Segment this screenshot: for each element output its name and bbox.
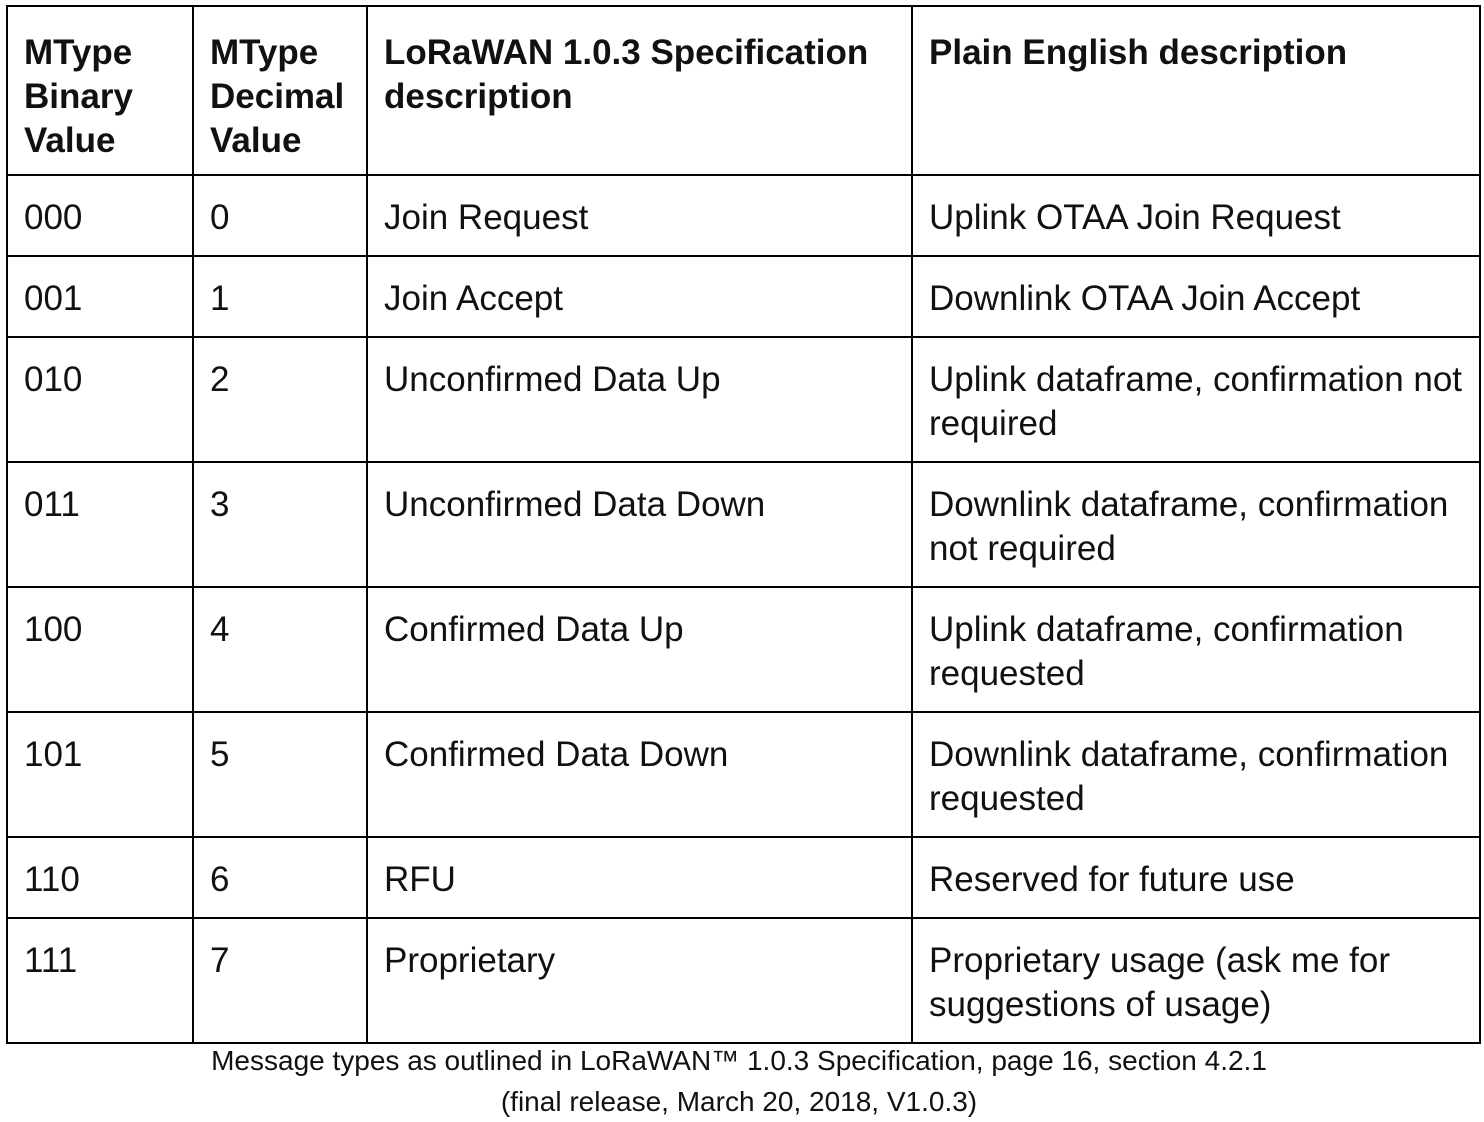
cell-spec-description: RFU [366,836,913,919]
header-plain-english-description: Plain English description [911,5,1481,176]
table-row: 000 0 Join Request Uplink OTAA Join Requ… [6,174,1481,257]
cell-binary-value: 000 [6,174,194,257]
table-row: 100 4 Confirmed Data Up Uplink dataframe… [6,586,1481,713]
cell-decimal-value: 2 [192,336,368,463]
cell-spec-description: Unconfirmed Data Up [366,336,913,463]
table-row: 001 1 Join Accept Downlink OTAA Join Acc… [6,255,1481,338]
cell-decimal-value: 7 [192,917,368,1044]
cell-spec-description: Join Accept [366,255,913,338]
cell-decimal-value: 1 [192,255,368,338]
caption-line-2: (final release, March 20, 2018, V1.0.3) [500,1086,978,1117]
cell-plain-english-description: Reserved for future use [911,836,1481,919]
cell-binary-value: 010 [6,336,194,463]
cell-plain-english-description: Uplink dataframe, confirmation requested [911,586,1481,713]
header-decimal-value: MType Decimal Value [192,5,368,176]
cell-decimal-value: 0 [192,174,368,257]
cell-spec-description: Confirmed Data Up [366,586,913,713]
cell-spec-description: Join Request [366,174,913,257]
cell-binary-value: 011 [6,461,194,588]
cell-plain-english-description: Proprietary usage (ask me for suggestion… [911,917,1481,1044]
cell-plain-english-description: Uplink OTAA Join Request [911,174,1481,257]
cell-plain-english-description: Downlink dataframe, confirmation not req… [911,461,1481,588]
cell-plain-english-description: Downlink OTAA Join Accept [911,255,1481,338]
cell-spec-description: Unconfirmed Data Down [366,461,913,588]
cell-binary-value: 101 [6,711,194,838]
cell-decimal-value: 4 [192,586,368,713]
table-caption: Message types as outlined in LoRaWAN™ 1.… [0,1040,1478,1122]
table-row: 110 6 RFU Reserved for future use [6,836,1481,919]
cell-spec-description: Proprietary [366,917,913,1044]
cell-binary-value: 111 [6,917,194,1044]
table-row: 111 7 Proprietary Proprietary usage (ask… [6,917,1481,1044]
cell-plain-english-description: Uplink dataframe, confirmation not requi… [911,336,1481,463]
mtype-table: MType Binary Value MType Decimal Value L… [6,5,1481,1044]
header-binary-value: MType Binary Value [6,5,194,176]
table-row: 010 2 Unconfirmed Data Up Uplink datafra… [6,336,1481,463]
cell-decimal-value: 6 [192,836,368,919]
cell-decimal-value: 5 [192,711,368,838]
header-spec-description: LoRaWAN 1.0.3 Specification description [366,5,913,176]
cell-decimal-value: 3 [192,461,368,588]
table-header-row: MType Binary Value MType Decimal Value L… [6,5,1481,176]
cell-plain-english-description: Downlink dataframe, confirmation request… [911,711,1481,838]
cell-binary-value: 100 [6,586,194,713]
cell-binary-value: 001 [6,255,194,338]
cell-binary-value: 110 [6,836,194,919]
cell-spec-description: Confirmed Data Down [366,711,913,838]
table-row: 011 3 Unconfirmed Data Down Downlink dat… [6,461,1481,588]
table-row: 101 5 Confirmed Data Down Downlink dataf… [6,711,1481,838]
caption-line-1: Message types as outlined in LoRaWAN™ 1.… [211,1045,1267,1076]
